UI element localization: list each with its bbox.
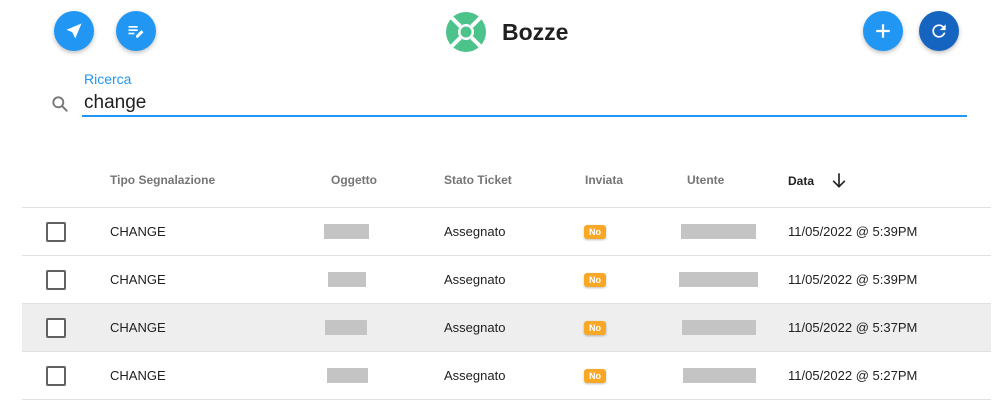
- page-header: Bozze: [445, 11, 568, 53]
- cell-stato: Assegnato: [444, 368, 506, 383]
- column-header-oggetto[interactable]: Oggetto: [331, 173, 377, 187]
- cell-data: 11/05/2022 @ 5:39PM: [788, 224, 918, 239]
- drafts-table: Tipo Segnalazione Oggetto Stato Ticket I…: [22, 160, 991, 400]
- row-checkbox[interactable]: [46, 318, 66, 338]
- inviata-badge: No: [584, 273, 606, 287]
- column-header-tipo[interactable]: Tipo Segnalazione: [110, 173, 215, 187]
- cell-utente-redacted: [683, 368, 756, 383]
- cell-data: 11/05/2022 @ 5:27PM: [788, 368, 918, 383]
- cell-stato: Assegnato: [444, 272, 506, 287]
- edit-note-icon: [128, 26, 144, 38]
- lifebuoy-icon: [446, 12, 486, 52]
- cell-oggetto-redacted: [325, 320, 367, 335]
- send-icon: [66, 23, 82, 39]
- cell-data: 11/05/2022 @ 5:37PM: [788, 320, 918, 335]
- cell-stato: Assegnato: [444, 320, 506, 335]
- inviata-badge: No: [584, 225, 606, 239]
- inviata-badge: No: [584, 369, 606, 383]
- row-checkbox[interactable]: [46, 270, 66, 290]
- refresh-icon: [932, 24, 946, 38]
- table-header: Tipo Segnalazione Oggetto Stato Ticket I…: [22, 160, 991, 208]
- cell-oggetto-redacted: [327, 368, 368, 383]
- column-header-data[interactable]: Data: [788, 174, 814, 188]
- cell-utente-redacted: [681, 224, 756, 239]
- column-header-utente[interactable]: Utente: [687, 173, 724, 187]
- refresh-button[interactable]: [919, 11, 959, 51]
- search-field: Ricerca: [48, 70, 968, 118]
- table-row[interactable]: CHANGE Assegnato No 11/05/2022 @ 5:37PM: [22, 304, 991, 352]
- edit-list-button[interactable]: [116, 11, 156, 51]
- row-checkbox[interactable]: [46, 222, 66, 242]
- search-input[interactable]: [82, 90, 967, 117]
- add-button[interactable]: [863, 11, 903, 51]
- page-title: Bozze: [502, 18, 569, 45]
- cell-tipo: CHANGE: [110, 320, 166, 335]
- cell-tipo: CHANGE: [110, 224, 166, 239]
- cell-utente-redacted: [679, 272, 758, 287]
- search-label: Ricerca: [84, 71, 132, 87]
- table-row[interactable]: CHANGE Assegnato No 11/05/2022 @ 5:39PM: [22, 208, 991, 256]
- cell-tipo: CHANGE: [110, 368, 166, 383]
- arrow-down-icon[interactable]: [829, 170, 849, 190]
- search-icon: [52, 96, 68, 112]
- drafts-page: Bozze Ricerca Tipo Segnalazione Oggetto …: [0, 0, 998, 403]
- send-button[interactable]: [54, 11, 94, 51]
- column-header-stato[interactable]: Stato Ticket: [444, 173, 512, 187]
- cell-utente-redacted: [682, 320, 756, 335]
- column-header-inviata[interactable]: Inviata: [585, 173, 623, 187]
- cell-tipo: CHANGE: [110, 272, 166, 287]
- cell-stato: Assegnato: [444, 224, 506, 239]
- inviata-badge: No: [584, 321, 606, 335]
- table-row[interactable]: CHANGE Assegnato No 11/05/2022 @ 5:39PM: [22, 256, 991, 304]
- cell-data: 11/05/2022 @ 5:39PM: [788, 272, 918, 287]
- cell-oggetto-redacted: [324, 224, 369, 239]
- row-checkbox[interactable]: [46, 366, 66, 386]
- table-row[interactable]: CHANGE Assegnato No 11/05/2022 @ 5:27PM: [22, 352, 991, 400]
- plus-icon: [876, 24, 890, 38]
- cell-oggetto-redacted: [328, 272, 366, 287]
